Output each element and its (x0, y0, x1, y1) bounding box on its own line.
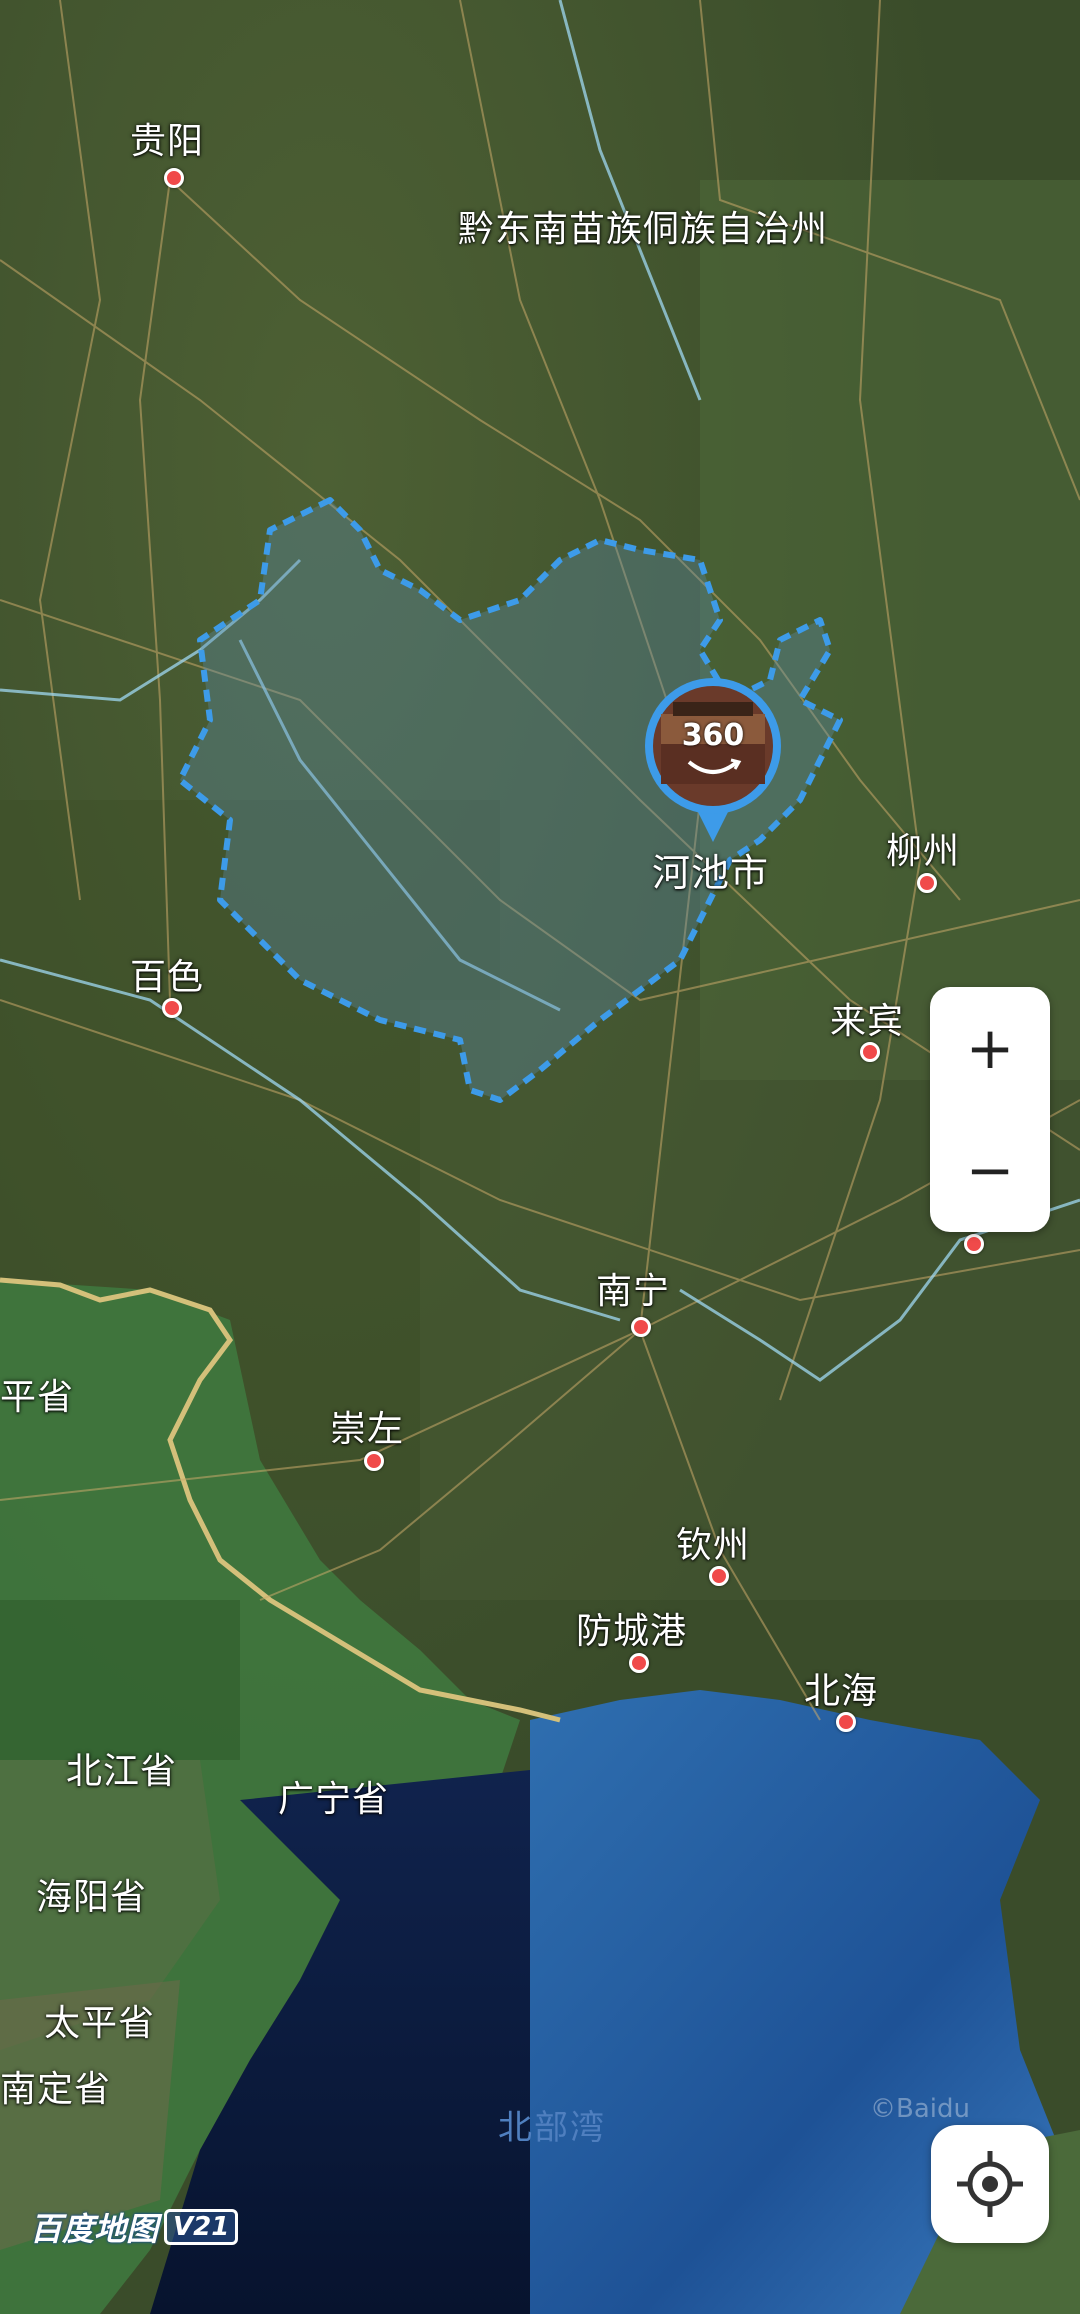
city-label-beihai[interactable]: 北海 (804, 1662, 878, 1714)
city-label-liuzhou[interactable]: 柳州 (886, 822, 960, 874)
locate-icon (957, 2151, 1023, 2217)
panorama-rotate-icon (687, 758, 742, 774)
province-label-pingsheng[interactable]: 平省 (0, 1368, 74, 1420)
city-marker-baise[interactable] (162, 998, 182, 1018)
city-marker-guiyang[interactable] (164, 168, 184, 188)
province-label-nanding[interactable]: 南定省 (0, 2060, 111, 2112)
map-watermark: ©Baidu (870, 2094, 970, 2124)
city-label-guiyang[interactable]: 贵阳 (130, 112, 204, 164)
city-marker-beihai[interactable] (836, 1712, 856, 1732)
city-label-hechi[interactable]: 河池市 (652, 842, 769, 897)
province-label-guangning[interactable]: 广宁省 (278, 1770, 389, 1822)
sea-label-beibu-gulf: 北部湾 (498, 2108, 606, 2148)
region-label-qiandongnan[interactable]: 黔东南苗族侗族自治州 (458, 200, 828, 252)
city-marker-fangchenggang[interactable] (629, 1653, 649, 1673)
city-label-laibin[interactable]: 来宾 (830, 992, 904, 1044)
city-label-fangchenggang[interactable]: 防城港 (576, 1602, 687, 1654)
panorama-360-pin[interactable]: 360 (643, 674, 783, 844)
province-label-haiyang[interactable]: 海阳省 (36, 1868, 147, 1920)
zoom-out-button[interactable]: − (930, 1109, 1050, 1231)
satellite-map[interactable] (0, 0, 1080, 2314)
province-label-beijiang[interactable]: 北江省 (66, 1742, 177, 1794)
zoom-in-button[interactable]: + (930, 987, 1050, 1109)
province-label-taiping[interactable]: 太平省 (44, 1994, 155, 2046)
city-marker-laibin[interactable] (860, 1042, 880, 1062)
city-marker-unnamed[interactable] (964, 1234, 984, 1254)
city-label-baise[interactable]: 百色 (130, 948, 204, 1000)
brand-version: V21 (164, 2209, 239, 2245)
city-marker-nanning[interactable] (631, 1317, 651, 1337)
city-marker-qinzhou[interactable] (709, 1566, 729, 1586)
city-marker-chongzuo[interactable] (364, 1451, 384, 1471)
locate-button[interactable] (931, 2125, 1049, 2243)
city-label-chongzuo[interactable]: 崇左 (330, 1400, 404, 1452)
zoom-control: + − (930, 987, 1050, 1232)
brand-name: 百度地图 (30, 2210, 159, 2248)
city-marker-liuzhou[interactable] (917, 873, 937, 893)
baidu-map-logo: 百度地图 V21 (30, 2204, 239, 2250)
city-label-nanning[interactable]: 南宁 (596, 1262, 670, 1314)
panorama-360-badge: 360 (681, 718, 745, 753)
city-label-qinzhou[interactable]: 钦州 (676, 1516, 750, 1568)
